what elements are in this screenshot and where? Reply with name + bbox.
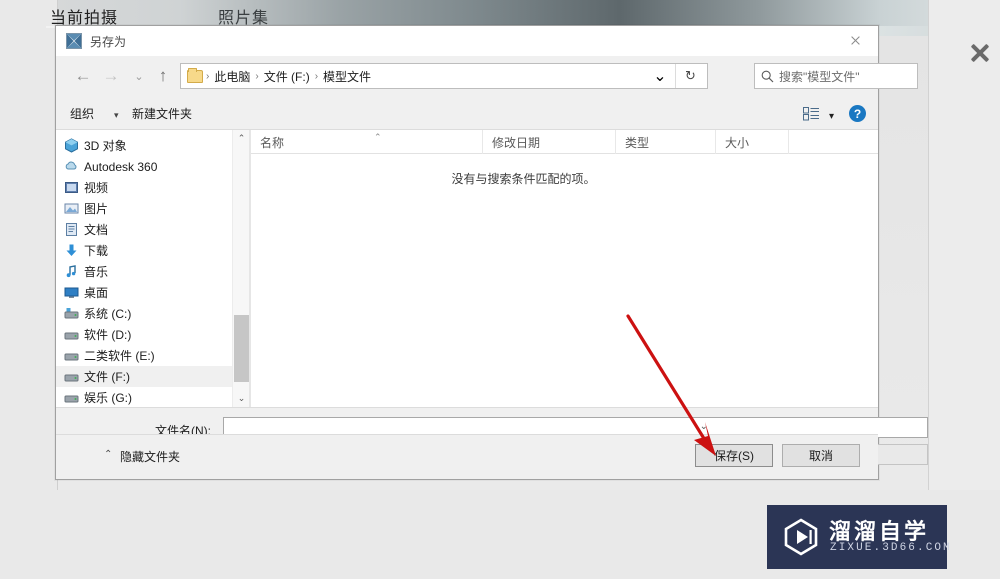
- photo-strip: [0, 0, 1000, 26]
- nav-item-drive-d[interactable]: 软件 (D:): [56, 324, 249, 345]
- dialog-titlebar: 另存为: [56, 26, 878, 56]
- nav-item-label: 桌面: [84, 286, 109, 300]
- chevron-down-icon[interactable]: ▾: [829, 111, 834, 122]
- column-header-date-modified[interactable]: 修改日期: [483, 130, 616, 154]
- nav-item-documents[interactable]: 文档: [56, 219, 249, 240]
- column-header-name[interactable]: 名称 ⌃: [251, 130, 483, 154]
- dialog-title: 另存为: [90, 35, 127, 49]
- dialog-command-bar: 组织 ▾ 新建文件夹 ▾ ?: [56, 98, 878, 130]
- breadcrumb-drive-f[interactable]: 文件 (F:): [260, 68, 314, 85]
- dialog-close-icon[interactable]: [832, 26, 878, 56]
- folder-icon: [187, 67, 203, 83]
- nav-item-drive-g[interactable]: 娱乐 (G:): [56, 387, 249, 407]
- help-icon[interactable]: ?: [849, 105, 866, 122]
- empty-list-message: 没有与搜索条件匹配的项。: [451, 172, 596, 186]
- refresh-icon[interactable]: ↻: [675, 64, 705, 88]
- system-drive-icon: [64, 308, 79, 319]
- watermark-text-en: ZIXUE.3D66.COM: [830, 542, 952, 554]
- nav-item-drive-c[interactable]: 系统 (C:): [56, 303, 249, 324]
- document-icon: [66, 223, 77, 236]
- column-label: 名称: [260, 135, 285, 150]
- breadcrumb-this-pc[interactable]: 此电脑: [210, 68, 254, 85]
- nav-item-drive-e[interactable]: 二类软件 (E:): [56, 345, 249, 366]
- scrollbar-thumb[interactable]: [234, 315, 249, 382]
- nav-item-videos[interactable]: 视频: [56, 177, 249, 198]
- nav-item-3d-objects[interactable]: 3D 对象: [56, 135, 249, 156]
- drive-icon: [64, 374, 79, 382]
- play-logo-icon: [784, 518, 818, 556]
- hide-folders-toggle[interactable]: 隐藏文件夹: [120, 448, 180, 465]
- nav-item-label: 娱乐 (G:): [84, 391, 132, 405]
- close-icon[interactable]: [968, 41, 992, 65]
- new-folder-button[interactable]: 新建文件夹: [132, 105, 192, 122]
- nav-item-label: 软件 (D:): [84, 328, 132, 342]
- picture-icon: [64, 203, 79, 214]
- recent-locations-icon[interactable]: ⌄: [126, 63, 152, 89]
- cancel-button[interactable]: 取消: [782, 444, 860, 467]
- column-header-type[interactable]: 类型: [616, 130, 716, 154]
- dialog-body: 3D 对象 Autodesk 360 视频 图片 文档 下载 音乐 桌面 系统 …: [56, 130, 878, 407]
- watermark-logo: 溜溜自学 ZIXUE.3D66.COM: [767, 505, 950, 569]
- cloud-icon: [65, 161, 77, 170]
- nav-item-drive-f[interactable]: 文件 (F:): [56, 366, 249, 387]
- navigation-pane-scrollbar[interactable]: ⌃ ⌄: [232, 130, 249, 407]
- dialog-footer: ⌃ 隐藏文件夹 保存(S) 取消: [56, 434, 878, 479]
- nav-item-label: 图片: [84, 202, 109, 216]
- nav-item-label: 二类软件 (E:): [84, 349, 155, 363]
- organize-button[interactable]: 组织: [70, 105, 94, 122]
- drive-icon: [64, 353, 79, 361]
- search-input[interactable]: 搜索"模型文件": [754, 63, 918, 89]
- nav-item-music[interactable]: 音乐: [56, 261, 249, 282]
- file-list-header: 名称 ⌃ 修改日期 类型 大小: [251, 130, 878, 154]
- column-header-size[interactable]: 大小: [716, 130, 789, 154]
- left-tool-panel: [0, 0, 58, 490]
- save-as-icon: [66, 33, 82, 49]
- drive-icon: [64, 395, 79, 403]
- view-layout-icon[interactable]: [803, 107, 820, 121]
- up-icon[interactable]: ↑: [150, 63, 176, 89]
- chevron-down-icon[interactable]: ⌄: [647, 64, 673, 88]
- chevron-up-icon[interactable]: ⌃: [104, 449, 112, 460]
- nav-item-label: 音乐: [84, 265, 109, 279]
- search-icon: [755, 70, 779, 83]
- drive-icon: [64, 332, 79, 340]
- download-icon: [66, 244, 77, 256]
- music-icon: [66, 265, 76, 278]
- breadcrumb-model-files[interactable]: 模型文件: [319, 68, 375, 85]
- dialog-navigation-bar: ← → ⌄ ↑ › 此电脑 › 文件 (F:) › 模型文件 ⌄ ↻ 搜索"模型…: [56, 56, 918, 98]
- nav-item-autodesk-360[interactable]: Autodesk 360: [56, 156, 249, 177]
- save-button[interactable]: 保存(S): [695, 444, 773, 467]
- nav-item-label: 文件 (F:): [84, 370, 130, 384]
- 3d-object-icon: [65, 138, 78, 153]
- forward-icon[interactable]: →: [98, 63, 124, 89]
- nav-item-downloads[interactable]: 下载: [56, 240, 249, 261]
- chevron-down-icon[interactable]: ▾: [114, 110, 119, 121]
- desktop-icon: [64, 287, 79, 298]
- nav-item-label: 下载: [84, 244, 109, 258]
- nav-item-label: Autodesk 360: [84, 159, 158, 174]
- file-list-pane: 名称 ⌃ 修改日期 类型 大小 没有与搜索条件匹配的项。: [251, 130, 878, 407]
- nav-item-desktop[interactable]: 桌面: [56, 282, 249, 303]
- address-bar[interactable]: › 此电脑 › 文件 (F:) › 模型文件 ⌄ ↻: [180, 63, 708, 89]
- nav-item-pictures[interactable]: 图片: [56, 198, 249, 219]
- right-tool-panel: [928, 0, 1000, 490]
- nav-item-label: 视频: [84, 181, 109, 195]
- back-icon[interactable]: ←: [70, 63, 96, 89]
- scroll-down-icon[interactable]: ⌄: [233, 390, 249, 407]
- search-placeholder-text: 搜索"模型文件": [779, 69, 860, 84]
- video-icon: [65, 182, 78, 193]
- scroll-up-icon[interactable]: ⌃: [233, 130, 249, 147]
- navigation-pane: 3D 对象 Autodesk 360 视频 图片 文档 下载 音乐 桌面 系统 …: [56, 130, 249, 407]
- sort-ascending-icon: ⌃: [374, 132, 382, 142]
- nav-item-label: 系统 (C:): [84, 307, 132, 321]
- save-as-dialog: 另存为 ← → ⌄ ↑ › 此电脑 › 文件 (F:) › 模型文件 ⌄ ↻ 搜: [55, 25, 928, 480]
- nav-item-label: 文档: [84, 223, 109, 237]
- nav-item-label: 3D 对象: [84, 139, 127, 153]
